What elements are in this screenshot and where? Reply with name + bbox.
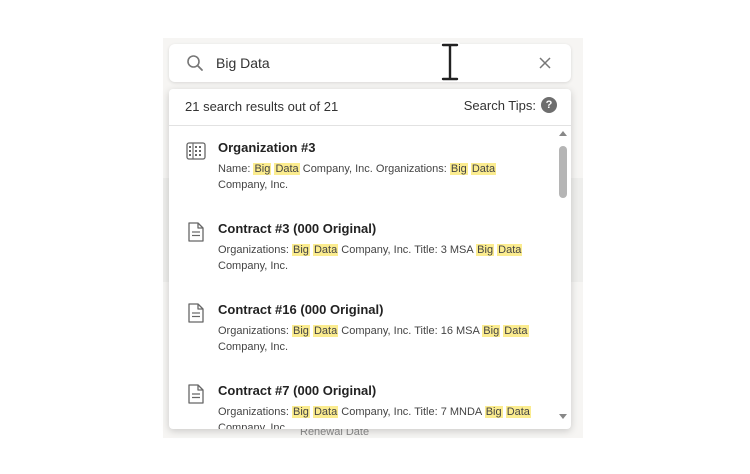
result-snippet: Organizations: Big Data Company, Inc. Ti… — [218, 323, 538, 355]
search-highlight: Big — [291, 244, 310, 256]
search-tips-label: Search Tips: — [463, 97, 536, 113]
snippet-text: Company, Inc. — [218, 341, 289, 353]
search-highlight: Data — [505, 406, 531, 418]
close-icon[interactable] — [538, 56, 552, 70]
result-title: Organization #3 — [218, 140, 316, 155]
search-highlight: Big — [291, 406, 310, 418]
search-highlight: Big — [449, 163, 468, 175]
search-highlight: Data — [312, 325, 339, 337]
result-title: Contract #7 (000 Original) — [218, 383, 377, 398]
scroll-down-arrow-icon[interactable] — [559, 414, 567, 419]
result-item[interactable]: Contract #3 (000 Original) Organizations… — [169, 207, 557, 288]
snippet-text: Organizations: — [218, 325, 292, 337]
document-icon — [188, 303, 204, 323]
result-item[interactable]: Contract #16 (000 Original) Organization… — [169, 288, 557, 369]
result-snippet: Organizations: Big Data Company, Inc. Ti… — [218, 242, 538, 274]
result-snippet: Name: Big Data Company, Inc. Organizatio… — [218, 161, 538, 193]
search-highlight: Data — [470, 163, 497, 175]
result-count: 21 search results out of 21 — [185, 99, 339, 114]
snippet-text: Company, Inc. Title: 7 MNDA — [338, 406, 485, 418]
results-list: Organization #3 Name: Big Data Company, … — [169, 126, 557, 429]
search-highlight: Data — [274, 163, 300, 175]
snippet-text: Company, Inc. — [218, 179, 289, 191]
search-highlight: Big — [484, 406, 503, 418]
building-icon — [186, 142, 206, 160]
snippet-text: Company, Inc. — [218, 422, 289, 429]
search-highlight: Data — [503, 325, 529, 337]
snippet-text: Name: — [218, 163, 254, 175]
snippet-text: Company, Inc. — [218, 260, 289, 272]
search-highlight: Data — [312, 406, 339, 418]
search-highlight: Data — [497, 244, 523, 256]
search-input[interactable] — [216, 52, 516, 74]
search-highlight: Big — [476, 244, 495, 256]
result-title: Contract #16 (000 Original) — [218, 302, 384, 317]
search-bar[interactable] — [169, 44, 571, 82]
result-title: Contract #3 (000 Original) — [218, 221, 377, 236]
help-icon: ? — [541, 97, 557, 113]
snippet-text: Company, Inc. Title: 3 MSA — [338, 244, 477, 256]
snippet-text: Company, Inc. Organizations: — [299, 163, 450, 175]
search-highlight: Big — [291, 325, 310, 337]
results-scrollbar[interactable] — [556, 129, 570, 425]
result-item[interactable]: Contract #7 (000 Original) Organizations… — [169, 369, 557, 429]
search-highlight: Big — [253, 163, 272, 175]
document-icon — [188, 222, 204, 242]
document-icon — [188, 384, 204, 404]
snippet-text: Company, Inc. Title: 16 MSA — [338, 325, 483, 337]
scrollbar-thumb[interactable] — [559, 146, 567, 198]
results-header: 21 search results out of 21 Search Tips:… — [169, 89, 571, 126]
snippet-text: Organizations: — [218, 406, 292, 418]
snippet-text: Organizations: — [218, 244, 292, 256]
search-icon — [187, 55, 203, 71]
result-item[interactable]: Organization #3 Name: Big Data Company, … — [169, 126, 557, 207]
search-tips-button[interactable]: Search Tips: ? — [464, 97, 557, 113]
result-snippet: Organizations: Big Data Company, Inc. Ti… — [218, 404, 538, 429]
search-highlight: Big — [482, 325, 501, 337]
text-cursor-icon — [440, 42, 460, 82]
search-results-dropdown: 21 search results out of 21 Search Tips:… — [169, 89, 571, 429]
search-highlight: Data — [312, 244, 339, 256]
scroll-up-arrow-icon[interactable] — [559, 131, 567, 136]
